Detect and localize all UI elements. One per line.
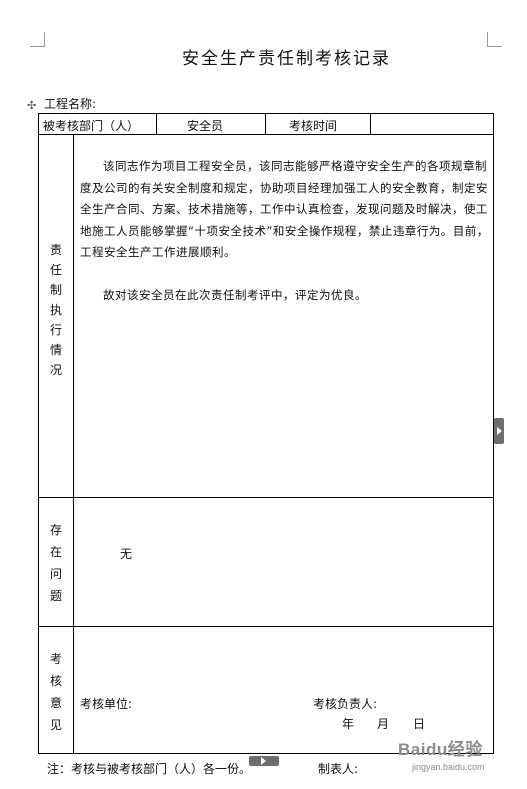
preparer-label: 制表人: [318, 762, 359, 776]
baidu-watermark-logo: Baidu经验 jingyan.baidu.com [398, 735, 518, 775]
vlabel-char: 执 [49, 303, 62, 317]
table-row-divider [38, 626, 494, 627]
vlabel-char: 责 [49, 243, 62, 257]
vlabel-char: 行 [49, 323, 62, 337]
dept-label: 被考核部门（人） [43, 119, 140, 133]
watermark-brand: Baidu经验 [398, 740, 483, 759]
execution-paragraph-1: 该同志作为项目工程安全员，该同志能够严格遵守安全生产的各项规章制度及公司的有关安… [80, 159, 489, 259]
table-border-top [38, 113, 494, 114]
assessment-unit-label: 考核单位: [80, 697, 133, 711]
table-column-divider [265, 113, 266, 134]
table-row-divider [38, 134, 494, 135]
table-column-divider [156, 113, 157, 134]
date-month-label: 月 [377, 717, 390, 731]
table-border-left [38, 113, 39, 754]
time-label: 考核时间 [289, 119, 338, 133]
date-year-label: 年 [342, 717, 355, 731]
table-column-divider [73, 134, 74, 754]
scroll-tab-icon[interactable] [249, 756, 279, 766]
section-label-opinion: 考核意见 [49, 652, 62, 732]
section-label-issues: 存在问题 [49, 523, 62, 603]
expand-arrow-icon[interactable] [494, 418, 504, 444]
vlabel-char: 制 [49, 283, 62, 297]
vlabel-char: 情 [49, 343, 62, 357]
table-row-divider [38, 497, 494, 498]
dept-value: 安全员 [187, 119, 224, 133]
footer-note: 注：考核与被考核部门（人）各一份。 [47, 762, 252, 776]
table-column-divider [370, 113, 371, 134]
date-day-label: 日 [413, 717, 426, 731]
execution-paragraph-2: 故对该安全员在此次责任制考评中，评定为优良。 [103, 288, 367, 302]
section-label-execution: 责任制执行情况 [40, 240, 72, 380]
watermark-url: jingyan.baidu.com [412, 762, 485, 772]
project-name-label: 工程名称: [44, 97, 97, 111]
vlabel-char: 况 [49, 363, 62, 377]
table-move-handle-icon[interactable]: ✣ [27, 100, 39, 112]
vlabel-char: 任 [49, 263, 62, 277]
assessment-responsible-label: 考核负责人: [313, 697, 378, 711]
document-title: 安全生产责任制考核记录 [182, 49, 391, 69]
issues-value: 无 [120, 547, 133, 561]
